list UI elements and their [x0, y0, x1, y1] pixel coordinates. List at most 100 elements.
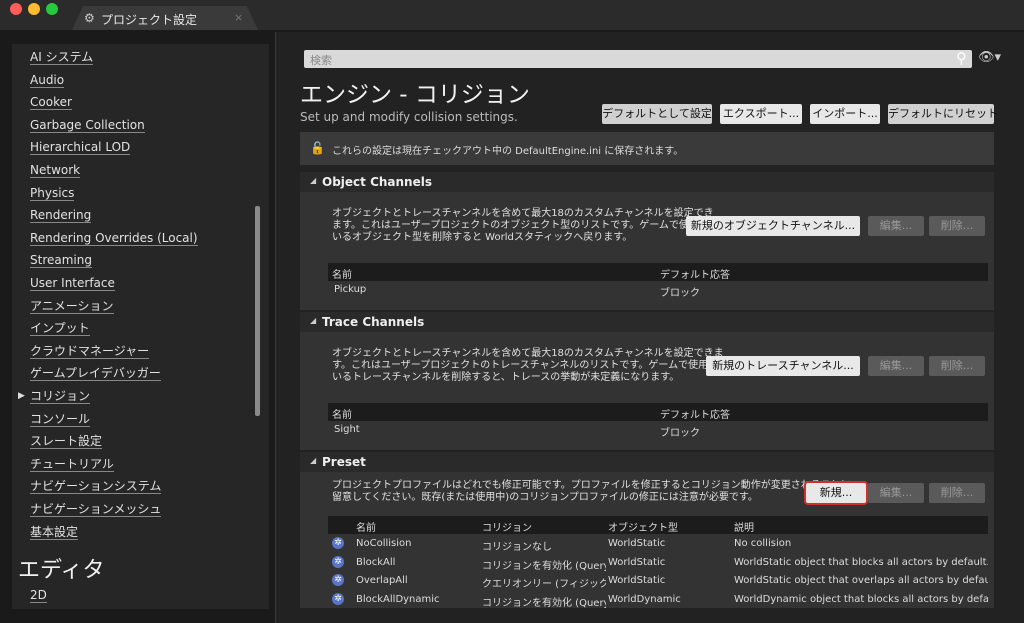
sidebar-item[interactable]: チュートリアル — [30, 457, 114, 472]
preset-table-header: 名前 コリジョン オブジェクト型 説明 — [328, 516, 988, 534]
edit-preset-button[interactable]: 編集... — [868, 483, 924, 503]
table-row[interactable]: ✲ BlockAllDynamic コリジョンを有効化 (Query a WorldD… — [328, 591, 988, 609]
trace-channels-header[interactable]: ◢ Trace Channels — [300, 312, 994, 332]
row-name: Sight — [334, 424, 360, 435]
sidebar-item[interactable]: Streaming — [30, 253, 92, 269]
search-icon[interactable]: ⚲ — [956, 49, 967, 67]
collapse-arrow-icon: ◢ — [310, 456, 317, 465]
minimize-window-button[interactable] — [28, 3, 40, 15]
sidebar-item[interactable]: クラウドマネージャー — [30, 344, 150, 359]
sidebar-item[interactable]: ゲームプレイデバッガー — [30, 366, 161, 382]
table-cell: WorldDynamic — [608, 593, 681, 605]
new-preset-button[interactable]: 新規... — [806, 483, 866, 503]
eye-icon[interactable]: 👁▾ — [978, 50, 1001, 65]
delete-trace-channel-button[interactable]: 削除... — [929, 356, 985, 376]
sidebar-item[interactable]: ナビゲーションメッシュ — [30, 502, 162, 517]
object-channels-table-header: 名前 デフォルト応答 — [328, 263, 988, 281]
sidebar-item[interactable]: Rendering Overrides (Local) — [30, 231, 198, 246]
sidebar-item[interactable]: AI システム — [30, 50, 94, 65]
delete-preset-button[interactable]: 削除... — [929, 483, 985, 503]
collision-preset-icon: ✲ — [332, 555, 344, 568]
sidebar-item[interactable]: Garbage Collection — [30, 118, 145, 133]
trace-channels-panel: ◢ Trace Channels オブジェクトとトレースチャンネルを含めて最大1… — [300, 312, 994, 450]
set-as-default-button[interactable]: デフォルトとして設定 — [602, 104, 712, 124]
table-row[interactable]: Sight ブロック — [328, 421, 988, 439]
table-cell: BlockAll — [356, 556, 396, 568]
table-cell: WorldStatic — [608, 538, 666, 549]
sidebar-item[interactable]: Network — [30, 163, 81, 178]
new-trace-channel-button[interactable]: 新規のトレースチャンネル... — [706, 356, 860, 376]
sidebar-item[interactable]: アニメーション — [30, 299, 114, 314]
object-channels-panel: ◢ Object Channels オブジェクトとトレースチャンネルを含めて最大… — [300, 172, 994, 310]
sidebar-item[interactable]: コリジョン — [30, 389, 91, 404]
collapse-arrow-icon: ◢ — [310, 176, 317, 185]
sidebar-item[interactable]: スレート設定 — [30, 434, 103, 450]
preset-description: プロジェクトプロファイルはどれでも修正可能です。プロファイルを修正するとコリジョ… — [332, 480, 851, 503]
new-object-channel-button[interactable]: 新規のオブジェクトチャンネル... — [686, 216, 860, 236]
table-cell: WorldStatic — [608, 575, 666, 587]
table-cell: No collision — [734, 538, 792, 549]
sidebar-item[interactable]: コンソール — [30, 412, 91, 427]
column-name: 名前 — [332, 270, 352, 281]
search-input[interactable]: 検索 — [304, 50, 972, 68]
object-channels-description: オブジェクトとトレースチャンネルを含めて最大18のカスタムチャンネルを設定でき … — [332, 208, 719, 243]
table-cell: コリジョンを有効化 (Query a — [482, 560, 606, 572]
table-cell: コリジョンを有効化 (Query a — [482, 597, 606, 609]
selected-arrow-icon: ▶ — [18, 391, 25, 401]
page-subtitle: Set up and modify collision settings. — [300, 110, 518, 124]
delete-object-channel-button[interactable]: 削除... — [929, 216, 985, 236]
sidebar-item[interactable]: 2D — [30, 588, 47, 603]
reset-to-default-button[interactable]: デフォルトにリセット — [888, 104, 998, 124]
sidebar-item[interactable]: Physics — [30, 186, 75, 201]
table-row[interactable]: ✲ BlockAll コリジョンを有効化 (Query a WorldStatic Wo… — [328, 554, 988, 572]
column-name: 名前 — [332, 410, 352, 421]
table-cell: コリジョンなし — [482, 542, 552, 553]
title-bar: ⚙ プロジェクト設定 × — [0, 0, 1024, 30]
column-default-response: デフォルト応答 — [660, 410, 730, 421]
edit-object-channel-button[interactable]: 編集... — [868, 216, 924, 236]
zoom-window-button[interactable] — [46, 3, 58, 15]
sidebar-item[interactable]: 基本設定 — [30, 525, 79, 540]
object-channels-header[interactable]: ◢ Object Channels — [300, 172, 994, 192]
sidebar-item[interactable]: Rendering — [30, 208, 92, 224]
preset-header[interactable]: ◢ Preset — [300, 452, 994, 472]
search-placeholder: 検索 — [310, 54, 332, 67]
row-name: Pickup — [334, 284, 367, 295]
trace-channels-table-header: 名前 デフォルト応答 — [328, 403, 988, 421]
gear-icon: ⚙ — [84, 11, 95, 25]
collision-preset-icon: ✲ — [332, 537, 344, 549]
table-cell: WorldDynamic object that blocks all acto… — [734, 593, 988, 605]
sidebar-item[interactable]: Hierarchical LOD — [30, 140, 131, 156]
main-panel: 検索 ⚲ 👁▾ エンジン - コリジョン Set up and modify c… — [276, 32, 1024, 623]
sidebar-item[interactable]: Audio — [30, 73, 65, 88]
sidebar-item[interactable]: ナビゲーションシステム — [30, 479, 162, 495]
tab-close-icon[interactable]: × — [234, 11, 243, 24]
table-cell: OverlapAll — [356, 575, 408, 587]
import-button[interactable]: インポート... — [810, 104, 880, 124]
sidebar-item[interactable]: Cooker — [30, 95, 72, 111]
sidebar-item[interactable]: User Interface — [30, 276, 115, 291]
close-window-button[interactable] — [10, 3, 22, 15]
tab-project-settings[interactable]: ⚙ プロジェクト設定 × — [72, 6, 258, 30]
table-cell: WorldStatic object that overlaps all act… — [734, 575, 988, 587]
table-cell: WorldStatic — [608, 556, 666, 568]
export-button[interactable]: エクスポート... — [720, 104, 802, 124]
column-name: 名前 — [356, 523, 376, 534]
collision-preset-icon: ✲ — [332, 592, 344, 605]
settings-sidebar: エディタ AI システム Audio Cooker Garbage Collectio… — [12, 44, 269, 609]
sidebar-item[interactable]: インプット — [30, 321, 90, 337]
edit-trace-channel-button[interactable]: 編集... — [868, 356, 924, 376]
collapse-arrow-icon: ◢ — [310, 316, 317, 325]
sidebar-section-editor: エディタ — [18, 558, 105, 583]
object-channels-title: Object Channels — [322, 175, 432, 189]
config-notice: 🔓 これらの設定は現在チェックアウト中の DefaultEngine.ini に… — [300, 132, 994, 165]
table-row[interactable]: ✲ NoCollision コリジョンなし WorldStatic No collisi… — [328, 535, 988, 553]
table-cell: NoCollision — [356, 538, 412, 549]
trace-channels-title: Trace Channels — [322, 315, 425, 329]
sidebar-scrollbar[interactable] — [255, 206, 260, 416]
table-row[interactable]: Pickup ブロック — [328, 281, 988, 299]
page-title: エンジン - コリジョン — [300, 82, 530, 108]
table-cell: WorldStatic object that blocks all actor… — [734, 556, 988, 568]
table-cell: BlockAllDynamic — [356, 593, 440, 605]
table-row[interactable]: ✲ OverlapAll クエリオンリー (フィジックスコWorldStatic Wo… — [328, 572, 988, 590]
